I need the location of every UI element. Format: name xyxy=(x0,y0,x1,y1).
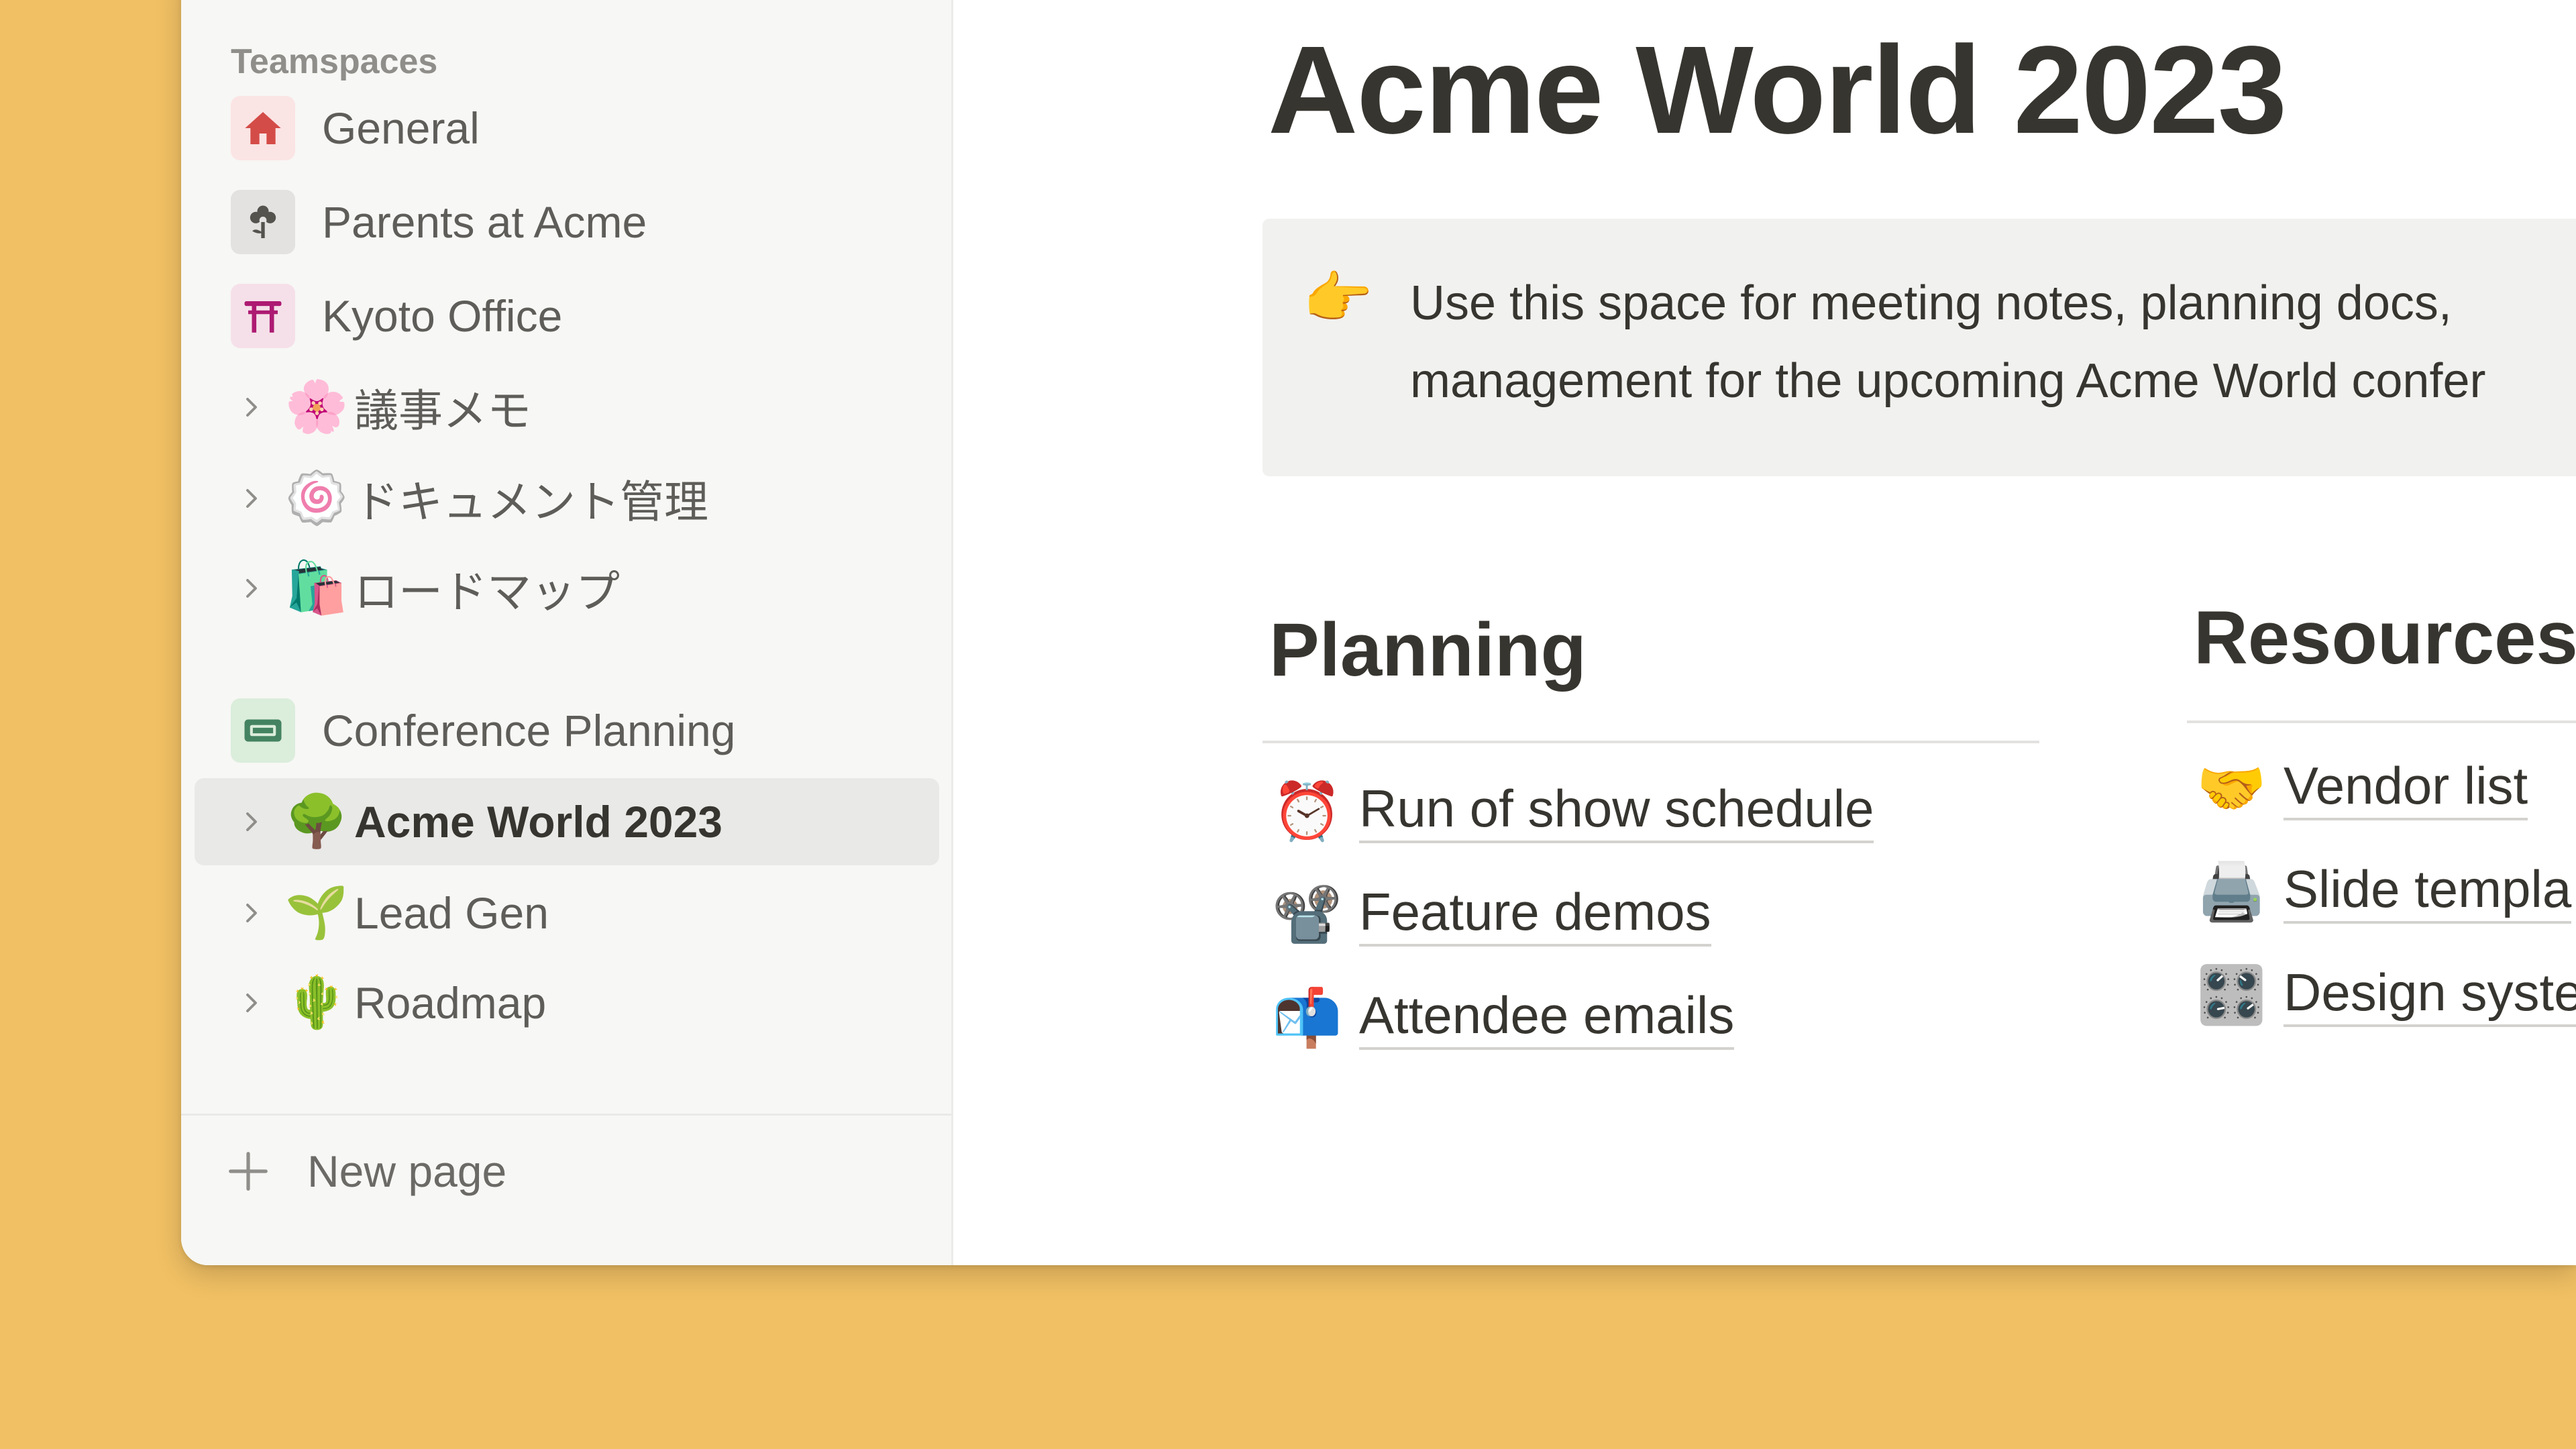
page-content: Acme World 2023 👉 Use this space for mee… xyxy=(951,0,2576,1265)
ticket-icon xyxy=(231,698,295,763)
link-design-system[interactable]: 🎛️ Design syste xyxy=(2196,962,2576,1027)
chevron-right-icon[interactable] xyxy=(235,482,268,515)
sidebar-item-label: ドキュメント管理 xyxy=(354,477,708,527)
link-attendee-emails[interactable]: 📬 Attendee emails xyxy=(1272,985,1735,1050)
chevron-right-icon[interactable] xyxy=(235,986,268,1020)
sidebar-item-label: Acme World 2023 xyxy=(354,797,723,847)
link-run-of-show-schedule[interactable]: ⏰ Run of show schedule xyxy=(1272,778,1874,843)
resources-divider xyxy=(2187,720,2576,723)
sidebar-item-roadmap[interactable]: 🌵 Roadmap xyxy=(195,959,939,1046)
callout-line-1: Use this space for meeting notes, planni… xyxy=(1410,276,2452,330)
handshake-icon: 🤝 xyxy=(2196,756,2267,820)
pointing-hand-icon[interactable]: 👉 xyxy=(1303,270,1373,326)
link-text[interactable]: Vendor list xyxy=(2284,755,2528,820)
alarm-clock-icon: ⏰ xyxy=(1272,779,1342,843)
link-feature-demos[interactable]: 📽️ Feature demos xyxy=(1272,881,1711,947)
chevron-right-icon[interactable] xyxy=(235,896,268,930)
app-window: Teamspaces General Parents at Acme Kyoto… xyxy=(181,0,2576,1265)
seedling-icon: 🌱 xyxy=(284,884,349,941)
new-page-label: New page xyxy=(307,1146,507,1196)
shopping-bags-icon: 🛍️ xyxy=(284,559,349,616)
callout-block[interactable]: 👉 Use this space for meeting notes, plan… xyxy=(1263,219,2576,476)
link-slide-templates[interactable]: 🖨️ Slide templa xyxy=(2196,859,2572,924)
tree-icon: 🌳 xyxy=(284,793,349,850)
sidebar: Teamspaces General Parents at Acme Kyoto… xyxy=(181,0,953,1265)
link-text[interactable]: Feature demos xyxy=(1359,881,1711,947)
sidebar-item-label: Lead Gen xyxy=(354,888,549,938)
sidebar-item-kyoto-office[interactable]: Kyoto Office xyxy=(195,272,939,360)
fish-cake-icon: 🍥 xyxy=(284,470,349,527)
printer-icon: 🖨️ xyxy=(2196,859,2267,923)
chevron-right-icon[interactable] xyxy=(235,572,268,605)
teamspaces-section-label: Teamspaces xyxy=(231,42,438,81)
film-projector-icon: 📽️ xyxy=(1272,882,1342,946)
sidebar-item-acme-world-2023[interactable]: 🌳 Acme World 2023 xyxy=(195,778,939,865)
link-text[interactable]: Attendee emails xyxy=(1359,985,1735,1050)
link-vendor-list[interactable]: 🤝 Vendor list xyxy=(2196,755,2528,820)
sidebar-item-label: 議事メモ xyxy=(354,386,531,435)
sidebar-item-label: Conference Planning xyxy=(322,706,736,755)
resources-heading[interactable]: Resources xyxy=(2194,594,2576,681)
house-icon xyxy=(231,96,295,160)
sidebar-item-lead-gen[interactable]: 🌱 Lead Gen xyxy=(195,869,939,957)
sidebar-item-label: Parents at Acme xyxy=(322,197,647,247)
planning-divider xyxy=(1263,741,2039,743)
sidebar-item-roadmap-jp[interactable]: 🛍️ ロードマップ xyxy=(195,545,939,632)
sidebar-item-gijimemo[interactable]: 🌸 議事メモ xyxy=(195,364,939,451)
sidebar-item-label: General xyxy=(322,103,480,153)
flower-icon xyxy=(231,190,295,254)
mailbox-icon: 📬 xyxy=(1272,985,1342,1049)
link-text[interactable]: Run of show schedule xyxy=(1359,778,1874,843)
callout-line-2: management for the upcoming Acme World c… xyxy=(1410,354,2486,408)
page-title[interactable]: Acme World 2023 xyxy=(1268,19,2287,162)
link-text[interactable]: Design syste xyxy=(2284,962,2576,1027)
planning-heading[interactable]: Planning xyxy=(1269,606,1587,693)
sidebar-item-conference-planning[interactable]: Conference Planning xyxy=(195,687,939,774)
cactus-icon: 🌵 xyxy=(284,974,349,1031)
plus-icon xyxy=(221,1144,275,1198)
callout-text[interactable]: Use this space for meeting notes, planni… xyxy=(1410,264,2576,420)
link-text[interactable]: Slide templa xyxy=(2284,859,2572,924)
sidebar-item-document-management[interactable]: 🍥 ドキュメント管理 xyxy=(195,455,939,542)
sidebar-item-general[interactable]: General xyxy=(195,85,939,172)
sidebar-item-label: Roadmap xyxy=(354,978,547,1028)
new-page-button[interactable]: New page xyxy=(221,1138,506,1205)
chevron-right-icon[interactable] xyxy=(235,390,268,424)
sidebar-divider xyxy=(181,1114,951,1116)
sidebar-item-label: ロードマップ xyxy=(354,567,620,616)
control-knobs-icon: 🎛️ xyxy=(2196,963,2267,1026)
sidebar-item-parents-at-acme[interactable]: Parents at Acme xyxy=(195,178,939,266)
torii-gate-icon xyxy=(231,284,295,348)
chevron-right-icon[interactable] xyxy=(235,805,268,839)
sidebar-item-label: Kyoto Office xyxy=(322,291,563,341)
cherry-blossom-icon: 🌸 xyxy=(284,378,349,435)
